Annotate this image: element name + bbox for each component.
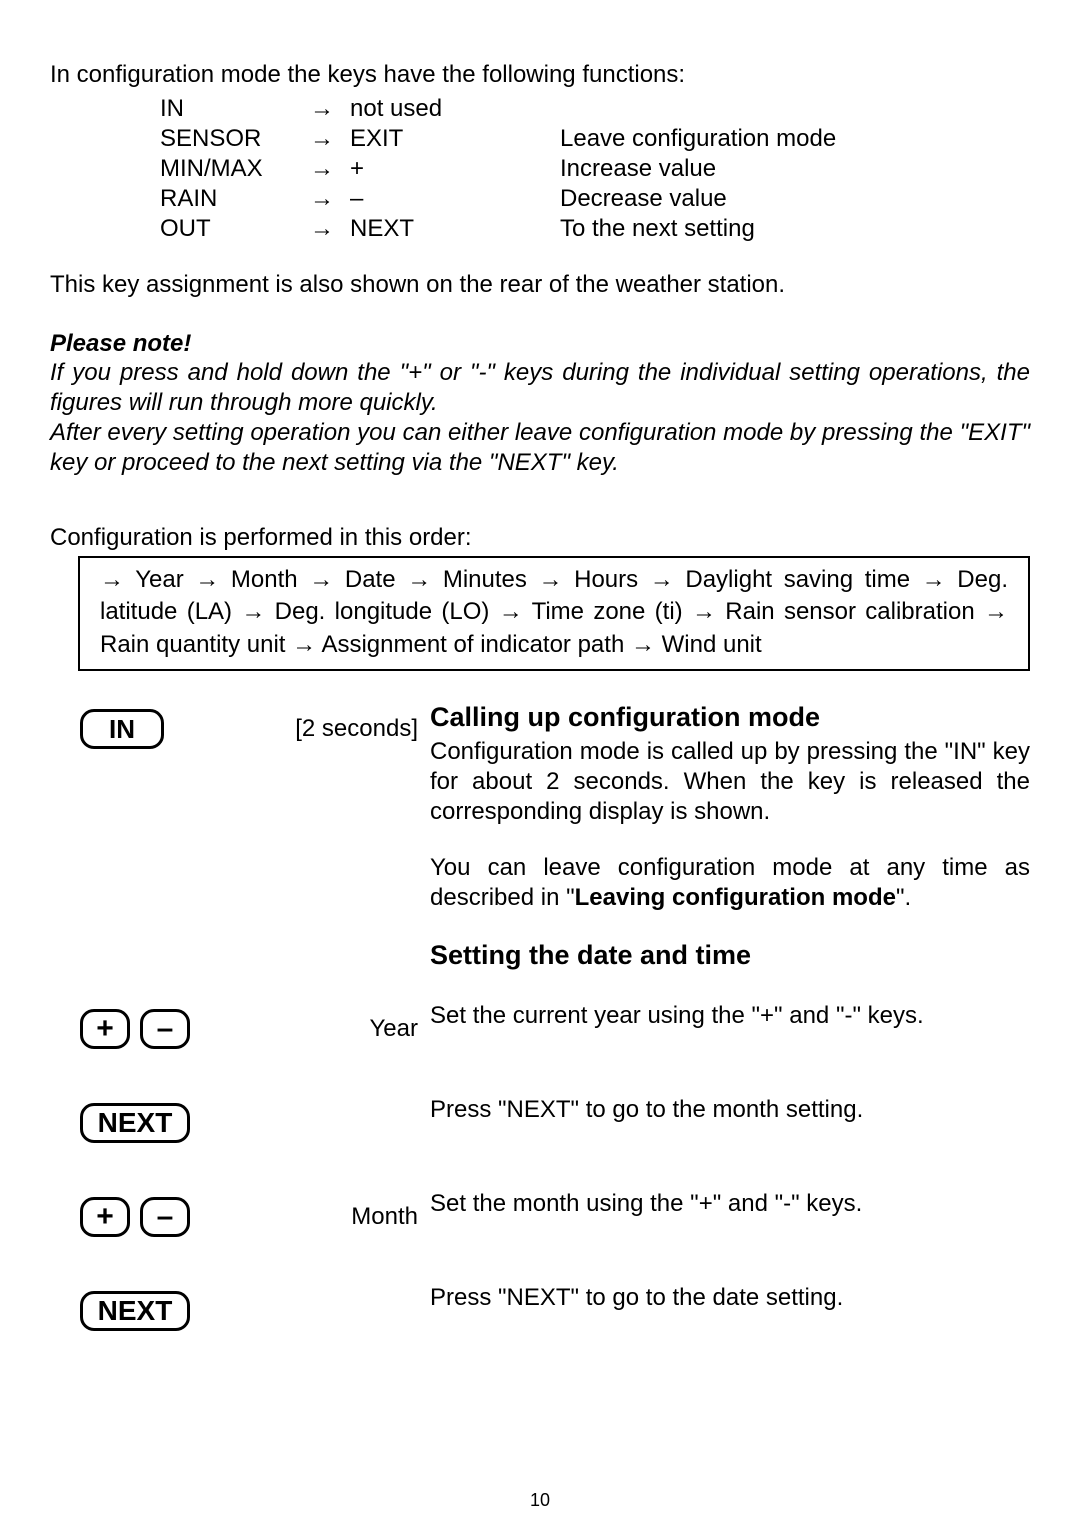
please-note-body: After every setting operation you can ei… [50, 418, 1030, 478]
minus-key-icon: – [140, 1197, 190, 1237]
step-row-month: + – Month Set the month using the "+" an… [50, 1189, 1030, 1237]
step-row-calling: IN [2 seconds] Calling up configuration … [50, 701, 1030, 975]
key-row: RAIN – Decrease value [160, 184, 1030, 214]
key-row: IN not used [160, 94, 1030, 124]
key-row: OUT NEXT To the next setting [160, 214, 1030, 244]
month-label: Month [190, 1197, 430, 1231]
page-number: 10 [0, 1490, 1080, 1511]
key-row: MIN/MAX + Increase value [160, 154, 1030, 184]
key-name: OUT [160, 214, 310, 244]
calling-body: Configuration mode is called up by press… [430, 737, 1030, 827]
key-func: NEXT [350, 214, 560, 244]
next-key-icon: NEXT [80, 1103, 190, 1143]
leaving-config-ref: Leaving configuration mode [575, 884, 896, 911]
calling-heading: Calling up configuration mode [430, 701, 1030, 735]
please-note-title: Please note! [50, 330, 1030, 358]
rear-note: This key assignment is also shown on the… [50, 270, 1030, 300]
plus-key-icon: + [80, 1197, 130, 1237]
config-flow-box: → Year → Month → Date → Minutes → Hours … [78, 556, 1030, 671]
key-desc: To the next setting [560, 214, 1030, 244]
config-flow-sequence: → Year → Month → Date → Minutes → Hours … [100, 566, 1008, 658]
config-order-title: Configuration is performed in this order… [50, 524, 1030, 552]
key-func: – [350, 184, 560, 214]
key-func: EXIT [350, 124, 560, 154]
key-desc: Increase value [560, 154, 1030, 184]
intro-text: In configuration mode the keys have the … [50, 60, 1030, 90]
year-label: Year [190, 1009, 430, 1043]
arrow-icon [310, 184, 350, 214]
month-body: Set the month using the "+" and "-" keys… [430, 1189, 1030, 1219]
step-table: IN [2 seconds] Calling up configuration … [50, 701, 1030, 1331]
calling-body2: You can leave configuration mode at any … [430, 853, 1030, 913]
step-row-year: + – Year Set the current year using the … [50, 1001, 1030, 1049]
arrow-icon [310, 94, 350, 124]
hold-duration-label: [2 seconds] [164, 709, 430, 743]
next-key-icon: NEXT [80, 1291, 190, 1331]
key-name: IN [160, 94, 310, 124]
key-desc: Decrease value [560, 184, 1030, 214]
in-key-icon: IN [80, 709, 164, 749]
key-row: SENSOR EXIT Leave configuration mode [160, 124, 1030, 154]
datetime-heading: Setting the date and time [430, 939, 1030, 973]
please-note-body: If you press and hold down the "+" or "-… [50, 358, 1030, 418]
key-func: + [350, 154, 560, 184]
key-name: RAIN [160, 184, 310, 214]
arrow-icon [310, 124, 350, 154]
key-name: SENSOR [160, 124, 310, 154]
year-body: Set the current year using the "+" and "… [430, 1001, 1030, 1031]
next1-body: Press "NEXT" to go to the month setting. [430, 1095, 1030, 1125]
key-desc: Leave configuration mode [560, 124, 1030, 154]
minus-key-icon: – [140, 1009, 190, 1049]
plus-key-icon: + [80, 1009, 130, 1049]
step-row-next1: NEXT Press "NEXT" to go to the month set… [50, 1095, 1030, 1143]
text: ". [896, 884, 911, 911]
step-row-next2: NEXT Press "NEXT" to go to the date sett… [50, 1283, 1030, 1331]
key-func: not used [350, 94, 560, 124]
key-name: MIN/MAX [160, 154, 310, 184]
next2-body: Press "NEXT" to go to the date setting. [430, 1283, 1030, 1313]
arrow-icon [310, 154, 350, 184]
manual-page: In configuration mode the keys have the … [0, 0, 1080, 1529]
arrow-icon [310, 214, 350, 244]
key-function-table: IN not used SENSOR EXIT Leave configurat… [160, 94, 1030, 244]
